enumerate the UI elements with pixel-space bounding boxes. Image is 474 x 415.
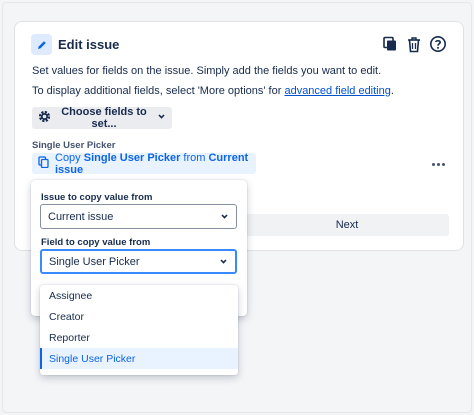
- issue-source-value: Current issue: [48, 210, 114, 223]
- menu-option-single-user-picker[interactable]: Single User Picker: [40, 348, 238, 369]
- additional-fields-text: To display additional fields, select 'Mo…: [32, 85, 394, 97]
- trash-icon[interactable]: [405, 34, 423, 54]
- issue-source-select[interactable]: Current issue: [40, 204, 237, 229]
- issue-source-label: Issue to copy value from: [41, 192, 153, 203]
- header-actions: [381, 34, 447, 54]
- choose-fields-label: Choose fields to set...: [61, 106, 147, 130]
- chevron-down-icon: [219, 257, 228, 266]
- menu-option-reporter[interactable]: Reporter: [40, 327, 238, 348]
- copy-icon: [38, 156, 49, 171]
- chevron-down-icon: [157, 112, 166, 124]
- copy-icon[interactable]: [381, 34, 399, 54]
- field-source-select[interactable]: Single User Picker: [40, 249, 237, 274]
- field-source-label: Field to copy value from: [41, 237, 151, 248]
- field-section-label: Single User Picker: [32, 140, 116, 151]
- choose-fields-button[interactable]: Choose fields to set...: [32, 106, 172, 130]
- page-title: Edit issue: [58, 37, 120, 52]
- next-button[interactable]: Next: [245, 214, 449, 236]
- help-icon[interactable]: [429, 34, 447, 54]
- menu-option-creator[interactable]: Creator: [40, 306, 238, 327]
- pencil-icon: [31, 34, 52, 55]
- instructions-text: Set values for fields on the issue. Simp…: [32, 65, 382, 77]
- copy-chip-text: Copy Single User Picker from Current iss…: [55, 151, 249, 176]
- advanced-field-editing-link[interactable]: advanced field editing: [284, 85, 390, 97]
- copy-value-chip[interactable]: Copy Single User Picker from Current iss…: [32, 151, 256, 176]
- chevron-down-icon: [220, 212, 229, 221]
- gear-icon: [38, 110, 51, 126]
- more-options-icon[interactable]: [427, 156, 449, 172]
- field-source-value: Single User Picker: [49, 255, 140, 268]
- card-header: Edit issue: [31, 34, 447, 56]
- field-options-menu: Assignee Creator Reporter Single User Pi…: [40, 285, 238, 375]
- menu-option-assignee[interactable]: Assignee: [40, 285, 238, 306]
